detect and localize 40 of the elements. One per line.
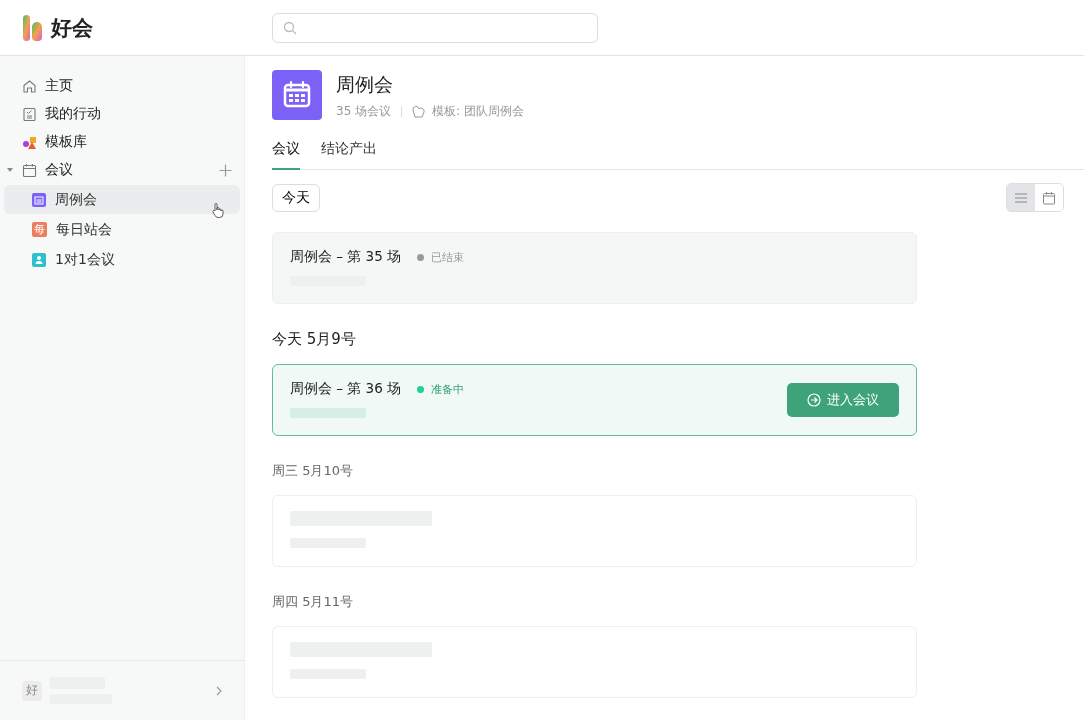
tab[interactable]: 结论产出 <box>321 140 377 170</box>
caret-icon[interactable] <box>6 166 14 174</box>
checklist-icon <box>22 106 37 122</box>
sidebar-item[interactable]: 1对1会议 <box>4 245 240 274</box>
page-title: 周例会 <box>336 72 394 97</box>
meeting-count: 35 场会议 <box>336 103 392 120</box>
status-label: 已结束 <box>431 249 465 265</box>
tab[interactable]: 会议 <box>272 140 300 170</box>
pointer-cursor-icon <box>212 203 224 218</box>
chevron-right-icon <box>216 685 222 696</box>
shapes-icon <box>22 134 37 150</box>
sidebar-item[interactable]: 每 每日站会 <box>4 215 240 244</box>
sidebar-item[interactable]: 会议 <box>4 156 240 184</box>
search-icon <box>283 20 297 35</box>
list-view-button[interactable] <box>1007 184 1035 211</box>
meeting-title: 周例会 – 第 36 场 <box>290 380 402 398</box>
workspace-avatar: 好 <box>22 680 42 701</box>
calendar-icon <box>22 162 37 178</box>
template-icon <box>412 105 427 118</box>
date-heading: 今天 5月9号 <box>272 330 357 349</box>
meeting-card[interactable]: 周例会 – 第 36 场 准备中 进入会议 <box>272 364 917 436</box>
date-heading: 周三 5月10号 <box>272 462 354 480</box>
meeting-title: 周例会 – 第 35 场 <box>290 248 402 266</box>
calendar-icon <box>272 70 322 120</box>
sidebar-item[interactable]: 我的行动 <box>4 100 240 128</box>
search-field[interactable] <box>272 12 598 43</box>
arrow-circle-icon <box>807 393 821 407</box>
home-icon <box>22 78 37 94</box>
list-icon <box>1014 191 1028 204</box>
date-heading: 周四 5月11号 <box>272 593 354 611</box>
sidebar-item[interactable]: 主页 <box>4 72 240 100</box>
calendar-icon <box>1042 190 1056 205</box>
sidebar-item[interactable]: 模板库 <box>4 128 240 156</box>
app-name: 好会 <box>51 14 93 42</box>
meeting-icon: 每 <box>32 222 47 237</box>
add-icon[interactable] <box>219 163 232 177</box>
logo-icon <box>23 14 43 41</box>
status-label: 准备中 <box>431 381 465 397</box>
meeting-card[interactable]: 周例会 – 第 35 场 已结束 <box>272 232 917 304</box>
today-button[interactable]: 今天 <box>272 183 320 212</box>
